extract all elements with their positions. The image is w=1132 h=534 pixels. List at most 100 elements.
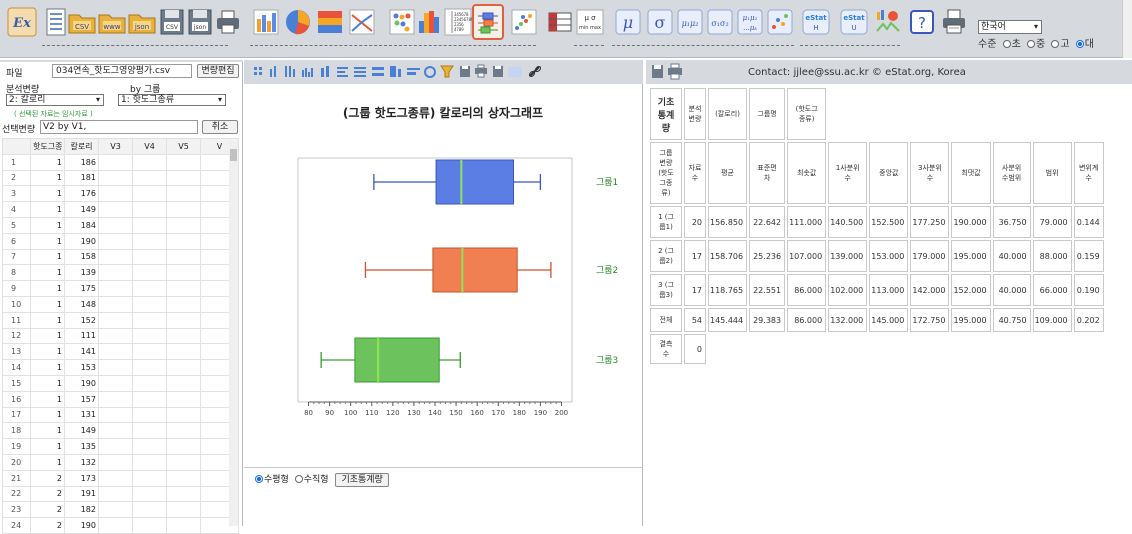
help-icon[interactable]: ? — [906, 4, 938, 40]
edit-chart-icon[interactable] — [508, 67, 522, 77]
sheet-cell[interactable] — [132, 406, 167, 424]
sheet-cell[interactable]: 1 — [30, 359, 65, 376]
sheet-row-number[interactable]: 13 — [2, 343, 31, 361]
hstack-tool-icon[interactable] — [354, 67, 366, 77]
sheet-cell[interactable]: 1 — [30, 264, 65, 282]
sheet-cell[interactable]: 1 — [30, 406, 65, 424]
var-edit-button[interactable]: 변량편집 — [197, 64, 239, 78]
sheet-cell[interactable] — [98, 469, 133, 487]
mu-test-icon[interactable]: μ — [612, 4, 644, 40]
sheet-row-number[interactable]: 4 — [2, 201, 31, 218]
sheet-cell[interactable] — [132, 311, 167, 329]
language-select[interactable]: 한국어 ▾ — [978, 20, 1042, 34]
sheet-cell[interactable] — [132, 232, 167, 250]
sheet-cell[interactable] — [132, 422, 167, 440]
file-name-field[interactable]: 034연속_핫도그영양평가.csv — [52, 64, 192, 78]
pie-chart-icon[interactable] — [282, 4, 314, 40]
sheet-cell[interactable]: 1 — [30, 201, 65, 218]
sheet-cell[interactable]: 2 — [30, 485, 65, 503]
json-folder-icon[interactable]: json — [126, 4, 158, 40]
sheet-cell[interactable] — [166, 185, 201, 203]
sheet-cell[interactable] — [98, 280, 133, 297]
stack-bar-tool-icon[interactable] — [321, 66, 329, 77]
group-bar-tool-icon[interactable] — [302, 68, 313, 77]
sheet-cell[interactable] — [132, 390, 167, 408]
sheet-cell[interactable] — [98, 153, 133, 171]
sheet-row-number[interactable]: 1 — [2, 153, 31, 171]
print-cancel-icon[interactable] — [938, 4, 970, 40]
save-table-icon[interactable] — [652, 65, 663, 78]
sheet-header-cell[interactable]: 칼로리 — [64, 138, 99, 155]
sheet-header-cell[interactable] — [2, 138, 31, 155]
sheet-cell[interactable] — [166, 216, 201, 234]
sheet-cell[interactable]: 1 — [30, 169, 65, 187]
level-radio-1[interactable] — [1002, 40, 1011, 48]
sheet-cell[interactable] — [98, 327, 133, 345]
sheet-cell[interactable]: 131 — [64, 406, 99, 424]
sheet-cell[interactable] — [132, 153, 167, 171]
sheet-cell[interactable] — [132, 359, 167, 376]
sheet-cell[interactable]: 1 — [30, 390, 65, 408]
www-folder-icon[interactable]: www — [96, 4, 128, 40]
sheet-cell[interactable] — [166, 422, 201, 440]
print-icon[interactable] — [212, 4, 244, 40]
sheet-row-number[interactable]: 6 — [2, 232, 31, 250]
correlation-icon[interactable] — [764, 4, 796, 40]
estat-u-icon[interactable]: eStat U — [838, 4, 870, 40]
sheet-cell[interactable] — [166, 311, 201, 329]
funnel-tool-icon[interactable] — [440, 65, 454, 78]
line-chart-icon[interactable] — [346, 4, 378, 40]
sheet-row-number[interactable]: 22 — [2, 485, 31, 503]
sheet-cell[interactable] — [166, 485, 201, 503]
hratio-tool-icon[interactable] — [407, 68, 420, 75]
sheet-cell[interactable]: 1 — [30, 422, 65, 440]
sheet-cell[interactable] — [98, 232, 133, 250]
sheet-cell[interactable] — [132, 485, 167, 503]
sheet-cell[interactable] — [166, 153, 201, 171]
sheet-cell[interactable] — [132, 327, 167, 345]
sheet-row-number[interactable]: 7 — [2, 248, 31, 266]
sheet-row-number[interactable]: 2 — [2, 169, 31, 187]
sheet-cell[interactable] — [166, 406, 201, 424]
sheet-cell[interactable]: 184 — [64, 216, 99, 234]
print-table-icon[interactable] — [668, 63, 682, 80]
sheet-cell[interactable] — [98, 390, 133, 408]
sheet-cell[interactable] — [166, 359, 201, 376]
csv-folder-icon[interactable]: CSV — [66, 4, 98, 40]
sheet-cell[interactable]: 158 — [64, 248, 99, 266]
sheet-cell[interactable] — [98, 201, 133, 218]
sheet-cell[interactable] — [132, 501, 167, 519]
sheet-header-cell[interactable]: V5 — [166, 138, 201, 155]
sheet-cell[interactable] — [132, 469, 167, 487]
sheet-cell[interactable] — [98, 248, 133, 266]
sheet-row-number[interactable]: 21 — [2, 469, 31, 487]
sheet-cell[interactable]: 1 — [30, 153, 65, 171]
sheet-row-number[interactable]: 8 — [2, 264, 31, 282]
vertical-radio[interactable] — [294, 475, 303, 483]
sheet-row-number[interactable]: 20 — [2, 453, 31, 471]
sheet-cell[interactable]: 149 — [64, 201, 99, 218]
basic-stats-button[interactable]: 기초통계량 — [335, 473, 389, 487]
sheet-cell[interactable]: 2 — [30, 469, 65, 487]
sheet-cell[interactable] — [166, 501, 201, 519]
sheet-cell[interactable] — [166, 374, 201, 392]
ratio-bar-tool-icon[interactable] — [390, 66, 401, 77]
sheet-cell[interactable]: 181 — [64, 169, 99, 187]
sheet-row-number[interactable]: 5 — [2, 216, 31, 234]
sheet-cell[interactable] — [98, 501, 133, 519]
sheet-cell[interactable] — [166, 169, 201, 187]
sheet-cell[interactable] — [132, 374, 167, 392]
sheet-row-number[interactable]: 14 — [2, 359, 31, 376]
sheet-cell[interactable]: 190 — [64, 232, 99, 250]
mean-sigma-icon[interactable]: μ σ min max — [574, 4, 606, 40]
sheet-cell[interactable] — [132, 295, 167, 313]
sheet-cell[interactable]: 2 — [30, 501, 65, 519]
sheet-cell[interactable] — [98, 343, 133, 361]
sheet-cell[interactable] — [166, 232, 201, 250]
sheet-cell[interactable] — [132, 343, 167, 361]
sheet-row-number[interactable]: 17 — [2, 406, 31, 424]
estat-h-icon[interactable]: eStat H — [800, 4, 832, 40]
sheet-cell[interactable] — [166, 390, 201, 408]
hbar-tool-icon[interactable] — [337, 67, 348, 77]
charts-icon[interactable] — [872, 4, 904, 40]
